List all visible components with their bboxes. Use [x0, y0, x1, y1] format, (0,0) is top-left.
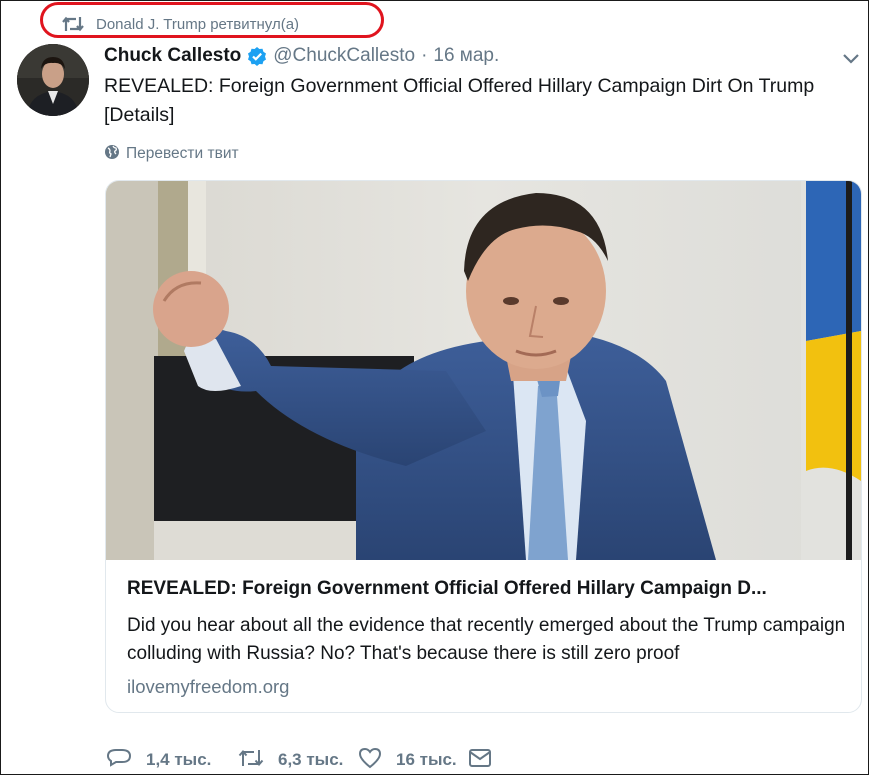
retweet-context-text: Donald J. Trump ретвитнул(а): [96, 15, 300, 33]
retweet-icon: [62, 15, 84, 33]
chevron-down-icon[interactable]: [840, 47, 862, 69]
tweet-date[interactable]: 16 мар.: [433, 45, 499, 67]
heart-icon: [358, 747, 382, 774]
reply-icon: [106, 747, 132, 774]
globe-icon: [104, 144, 120, 165]
tweet-text: REVEALED: Foreign Government Official Of…: [104, 75, 815, 126]
tweet-header: Chuck Callesto @ChuckCallesto · 16 мар.: [104, 42, 499, 70]
tweet-actions: 1,4 тыс. 6,3 тыс. 16 тыс.: [106, 746, 492, 774]
retweet-context[interactable]: Donald J. Trump ретвитнул(а): [62, 12, 299, 36]
like-button[interactable]: 16 тыс.: [358, 747, 468, 774]
reply-button[interactable]: 1,4 тыс.: [106, 747, 238, 774]
author-handle[interactable]: @ChuckCallesto: [273, 45, 415, 67]
card-title: REVEALED: Foreign Government Official Of…: [127, 578, 767, 599]
like-count: 16 тыс.: [396, 750, 457, 769]
reply-count: 1,4 тыс.: [146, 750, 212, 769]
card-photo: [106, 181, 861, 560]
retweet-action-icon: [238, 747, 264, 774]
translate-link[interactable]: Перевести твит: [104, 143, 239, 165]
link-card[interactable]: REVEALED: Foreign Government Official Of…: [105, 180, 862, 713]
retweet-button[interactable]: 6,3 тыс.: [238, 747, 358, 774]
retweet-count: 6,3 тыс.: [278, 750, 344, 769]
card-description: Did you hear about all the evidence that…: [127, 615, 846, 664]
direct-message-button[interactable]: [468, 748, 492, 773]
author-name[interactable]: Chuck Callesto: [104, 45, 241, 67]
translate-label: Перевести твит: [126, 145, 239, 162]
envelope-icon: [468, 748, 492, 773]
card-domain: ilovemyfreedom.org: [127, 676, 290, 697]
avatar[interactable]: [17, 44, 89, 116]
separator-dot: ·: [421, 45, 428, 66]
verified-badge-icon: [247, 46, 267, 66]
card-body: REVEALED: Foreign Government Official Of…: [127, 576, 847, 700]
